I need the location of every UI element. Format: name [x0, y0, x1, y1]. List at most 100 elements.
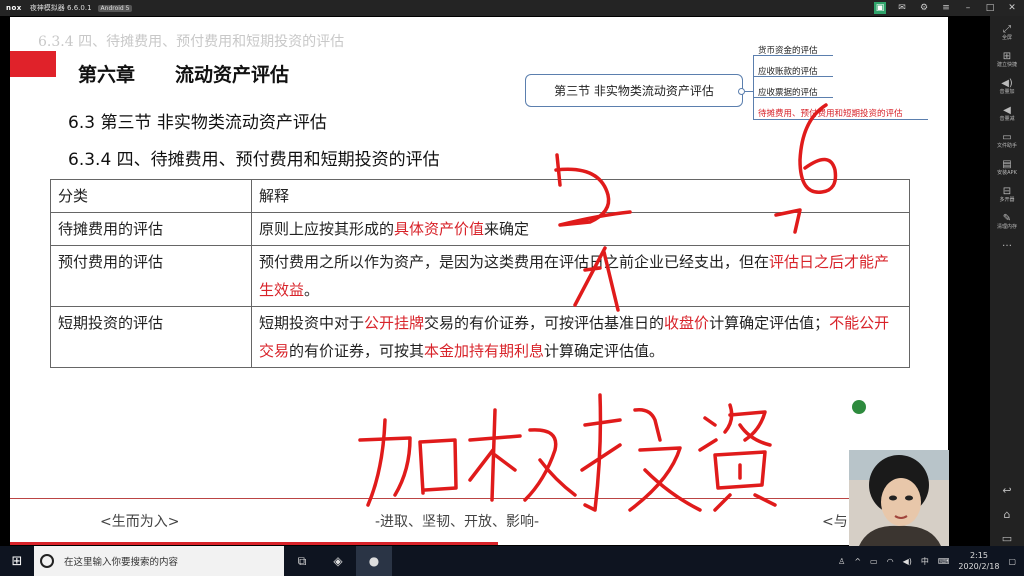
chapter-title: 流动资产评估	[175, 64, 290, 86]
tray-overflow-icon[interactable]: ^	[854, 557, 861, 566]
text: 计算确定评估值；	[709, 314, 830, 332]
footer-motto: -进取、坚韧、开放、影响-	[375, 514, 540, 530]
minimize-icon[interactable]: –	[962, 2, 974, 14]
cortana-icon	[40, 554, 54, 568]
mindmap-item: 应收账款的评估	[758, 67, 818, 77]
footer-left: <生而为入>	[100, 514, 180, 530]
people-icon[interactable]: ♙	[838, 557, 845, 566]
emulator-title-bar: nox 夜神模拟器 6.6.0.1 Android 5 ▣ ✉ ⚙ ≡ – □ …	[0, 0, 1024, 16]
row-category: 短期投资的评估	[50, 306, 252, 368]
faded-heading: 6.3.4 四、待摊费用、预付费用和短期投资的评估	[38, 34, 345, 50]
sidebar-item-multi-instance[interactable]: ⊟ 多开器	[990, 186, 1024, 204]
screen: nox 夜神模拟器 6.6.0.1 Android 5 ▣ ✉ ⚙ ≡ – □ …	[0, 0, 1024, 576]
notification-icon[interactable]: ▢	[1008, 557, 1016, 566]
row-category: 预付费用的评估	[50, 245, 252, 307]
clock-date: 2020/2/18	[958, 562, 1000, 571]
text: 交易的有价证券，可按评估基准日的	[424, 314, 665, 332]
window-title: 夜神模拟器 6.6.0.1	[29, 4, 92, 12]
text: 短期投资中对于	[259, 314, 365, 332]
footer-right: <与	[822, 514, 848, 530]
speaker-icon[interactable]: ◀)	[903, 557, 912, 566]
red-accent-tab	[10, 51, 56, 77]
section-heading: 6.3 第三节 非实物类流动资产评估	[68, 113, 327, 133]
mindmap-root: 第三节 非实物类流动资产评估	[525, 74, 743, 107]
highlight-text: 收盘价	[664, 314, 710, 332]
chapter-heading: 第六章 流动资产评估	[78, 60, 289, 87]
sidebar-item-clean-memory[interactable]: ✎ 清理内存	[990, 213, 1024, 231]
sidebar-item-volume-down[interactable]: ◀ 音量减	[990, 105, 1024, 123]
sidebar-more[interactable]: …	[990, 238, 1024, 249]
maximize-icon[interactable]: □	[984, 2, 996, 14]
keyboard-icon[interactable]: ⌨	[938, 557, 950, 566]
home-icon[interactable]: ⌂	[990, 508, 1024, 521]
mindmap-collapse-dot	[738, 88, 745, 95]
table-header-row: 分类 解释	[50, 179, 910, 213]
fullscreen-icon: ⤢	[1003, 24, 1011, 35]
menu-icon[interactable]: ≡	[940, 2, 952, 14]
table-row: 待摊费用的评估 原则上应按其形成的具体资产价值来确定	[50, 212, 910, 246]
valuation-table: 分类 解释 待摊费用的评估 原则上应按其形成的具体资产价值来确定 预付费用的评估…	[50, 179, 910, 368]
chat-icon: ▭	[1002, 132, 1012, 143]
lecture-slide: 6.3.4 四、待摊费用、预付费用和短期投资的评估 第六章 流动资产评估 6.3 …	[10, 17, 948, 545]
mindmap-connector	[753, 55, 754, 119]
emulator-sidebar: ⤢ 全屏 ⊞ 建立快捷 ◀) 音量加 ◀ 音量减 ▭ 文件助手 ▤ 安装APK ⊟ 多开器 ✎…	[990, 16, 1024, 546]
sidebar-item-shortcut[interactable]: ⊞ 建立快捷	[990, 51, 1024, 69]
mindmap-connector	[745, 91, 753, 92]
text: 预付费用之所以作为资产，是因为这类费用在评估日之前企业已经支出，但在	[259, 253, 770, 271]
taskbar-search-box[interactable]: 在这里输入你要搜索的内容	[34, 546, 284, 576]
webcam-overlay	[849, 450, 949, 546]
toolbox-icon[interactable]: ✉	[896, 2, 908, 14]
highlight-text: 具体资产价值	[394, 220, 485, 238]
table-row: 预付费用的评估 预付费用之所以作为资产，是因为这类费用在评估日之前企业已经支出，…	[50, 245, 910, 307]
mindmap-underline	[753, 119, 928, 120]
system-tray: ♙ ^ ▭ ◠ ◀) 中 ⌨ 2:15 2020/2/18 ▢	[838, 546, 1024, 576]
text: 的有价证券，可按其	[289, 342, 425, 360]
task-view-icon[interactable]: ⧉	[284, 546, 320, 576]
ime-indicator[interactable]: 中	[921, 556, 929, 567]
mindmap-item: 货币资金的评估	[758, 46, 818, 56]
windows-start-icon[interactable]: ⊞	[0, 554, 34, 569]
sidebar-item-volume-up[interactable]: ◀) 音量加	[990, 78, 1024, 96]
subsection-heading: 6.3.4 四、待摊费用、预付费用和短期投资的评估	[68, 150, 440, 170]
text: 。	[304, 281, 320, 299]
volume-up-icon: ◀)	[1001, 78, 1013, 89]
table-row: 短期投资的评估 短期投资中对于公开挂牌交易的有价证券，可按评估基准日的收盘价计算…	[50, 306, 910, 368]
text: 来确定	[484, 220, 530, 238]
row-category: 待摊费用的评估	[50, 212, 252, 246]
nox-logo: nox	[6, 4, 22, 12]
windows-taskbar: ⊞ 在这里输入你要搜索的内容 ⧉ ◈ ● ♙ ^ ▭ ◠ ◀) 中 ⌨ 2:15…	[0, 546, 1024, 576]
settings-icon[interactable]: ⚙	[918, 2, 930, 14]
mindmap-item: 应收票据的评估	[758, 88, 818, 98]
slide-progress-bar	[10, 542, 498, 545]
close-icon[interactable]: ✕	[1006, 2, 1018, 14]
search-placeholder: 在这里输入你要搜索的内容	[64, 557, 179, 568]
text: 计算确定评估值。	[544, 342, 665, 360]
sidebar-item-fullscreen[interactable]: ⤢ 全屏	[990, 24, 1024, 42]
shop-icon[interactable]: ▣	[874, 2, 886, 14]
presenter-avatar	[849, 450, 949, 546]
nox-taskbar-icon[interactable]: ●	[356, 546, 392, 576]
multi-instance-icon: ⊟	[1002, 186, 1012, 197]
highlight-text: 公开挂牌	[364, 314, 425, 332]
apk-icon: ▤	[1002, 159, 1012, 170]
back-icon[interactable]: ↩	[990, 484, 1024, 497]
clock-time: 2:15	[969, 551, 988, 560]
text: 原则上应按其形成的	[259, 220, 395, 238]
chapter-number: 第六章	[78, 64, 136, 86]
table-header: 解释	[251, 179, 910, 213]
footer-divider	[10, 498, 948, 499]
window-controls: ▣ ✉ ⚙ ≡ – □ ✕	[874, 2, 1018, 14]
table-header: 分类	[50, 179, 252, 213]
recent-apps-icon[interactable]: ▭	[990, 532, 1024, 545]
broom-icon: ✎	[1002, 213, 1012, 224]
row-explanation: 短期投资中对于公开挂牌交易的有价证券，可按评估基准日的收盘价计算确定评估值；不能…	[251, 306, 910, 368]
android-version-badge: Android 5	[97, 4, 133, 12]
volume-down-icon: ◀	[1003, 105, 1011, 116]
taskbar-clock[interactable]: 2:15 2020/2/18	[958, 550, 999, 572]
taskbar-app-icon[interactable]: ◈	[320, 546, 356, 576]
shortcut-icon: ⊞	[1002, 51, 1012, 62]
wifi-icon[interactable]: ◠	[887, 557, 894, 566]
sidebar-item-file-helper[interactable]: ▭ 文件助手	[990, 132, 1024, 150]
sidebar-item-install-apk[interactable]: ▤ 安装APK	[990, 159, 1024, 177]
network-icon[interactable]: ▭	[870, 557, 878, 566]
